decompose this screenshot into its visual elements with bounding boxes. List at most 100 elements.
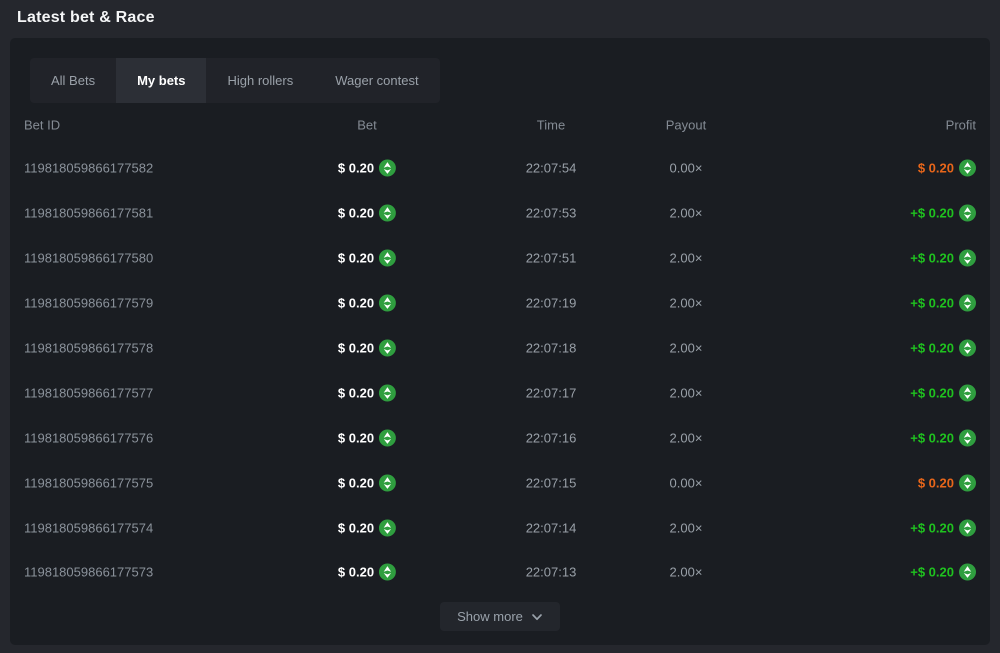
bet-id-cell: 119818059866177573 bbox=[24, 565, 153, 580]
bet-amount: $ 0.20 bbox=[338, 565, 374, 580]
etc-coin-icon bbox=[959, 519, 976, 536]
bets-tab-bar: All BetsMy betsHigh rollersWager contest bbox=[30, 58, 440, 103]
tab-wager-contest[interactable]: Wager contest bbox=[314, 58, 439, 103]
time-cell: 22:07:18 bbox=[526, 341, 577, 356]
etc-coin-icon bbox=[959, 295, 976, 312]
table-row[interactable]: 119818059866177582 $ 0.20 22:07:54 0.00×… bbox=[10, 146, 990, 191]
profit-amount: +$ 0.20 bbox=[910, 251, 954, 266]
payout-cell: 2.00× bbox=[670, 520, 703, 535]
profit-amount: +$ 0.20 bbox=[910, 341, 954, 356]
profit-amount: $ 0.20 bbox=[918, 161, 954, 176]
show-more-label: Show more bbox=[457, 609, 523, 624]
etc-coin-icon bbox=[379, 519, 396, 536]
etc-coin-icon bbox=[959, 474, 976, 491]
bet-amount: $ 0.20 bbox=[338, 341, 374, 356]
payout-cell: 2.00× bbox=[670, 385, 703, 400]
table-row[interactable]: 119818059866177578 $ 0.20 22:07:18 2.00×… bbox=[10, 326, 990, 371]
time-cell: 22:07:15 bbox=[526, 475, 577, 490]
bet-cell: $ 0.20 bbox=[338, 160, 396, 177]
profit-cell: +$ 0.20 bbox=[910, 205, 976, 222]
etc-coin-icon bbox=[379, 340, 396, 357]
payout-cell: 2.00× bbox=[670, 251, 703, 266]
profit-cell: +$ 0.20 bbox=[910, 340, 976, 357]
bet-cell: $ 0.20 bbox=[338, 564, 396, 581]
bet-id-cell: 119818059866177574 bbox=[24, 520, 153, 535]
bet-amount: $ 0.20 bbox=[338, 385, 374, 400]
profit-amount: +$ 0.20 bbox=[910, 206, 954, 221]
bet-amount: $ 0.20 bbox=[338, 161, 374, 176]
show-more-button[interactable]: Show more bbox=[440, 602, 560, 631]
time-cell: 22:07:13 bbox=[526, 565, 577, 580]
table-row[interactable]: 119818059866177581 $ 0.20 22:07:53 2.00×… bbox=[10, 191, 990, 236]
etc-coin-icon bbox=[379, 474, 396, 491]
table-row[interactable]: 119818059866177576 $ 0.20 22:07:16 2.00×… bbox=[10, 415, 990, 460]
bet-id-cell: 119818059866177578 bbox=[24, 341, 153, 356]
table-row[interactable]: 119818059866177574 $ 0.20 22:07:14 2.00×… bbox=[10, 505, 990, 550]
time-cell: 22:07:17 bbox=[526, 385, 577, 400]
payout-cell: 0.00× bbox=[670, 475, 703, 490]
bet-id-cell: 119818059866177579 bbox=[24, 296, 153, 311]
payout-cell: 2.00× bbox=[670, 206, 703, 221]
tab-all-bets[interactable]: All Bets bbox=[30, 58, 116, 103]
etc-coin-icon bbox=[379, 160, 396, 177]
bet-id-cell: 119818059866177577 bbox=[24, 385, 153, 400]
bet-amount: $ 0.20 bbox=[338, 430, 374, 445]
profit-amount: $ 0.20 bbox=[918, 475, 954, 490]
bet-cell: $ 0.20 bbox=[338, 384, 396, 401]
bet-amount: $ 0.20 bbox=[338, 520, 374, 535]
profit-cell: $ 0.20 bbox=[918, 474, 976, 491]
time-cell: 22:07:14 bbox=[526, 520, 577, 535]
payout-cell: 2.00× bbox=[670, 341, 703, 356]
bet-amount: $ 0.20 bbox=[338, 206, 374, 221]
column-header-time: Time bbox=[537, 117, 565, 132]
page-title: Latest bet & Race bbox=[0, 0, 1000, 38]
column-header-profit: Profit bbox=[946, 117, 976, 132]
column-header-bet: Bet bbox=[357, 117, 377, 132]
column-header-bet-id: Bet ID bbox=[24, 117, 60, 132]
table-row[interactable]: 119818059866177580 $ 0.20 22:07:51 2.00×… bbox=[10, 236, 990, 281]
chevron-down-icon bbox=[531, 611, 543, 623]
etc-coin-icon bbox=[959, 205, 976, 222]
bet-cell: $ 0.20 bbox=[338, 519, 396, 536]
profit-amount: +$ 0.20 bbox=[910, 520, 954, 535]
payout-cell: 2.00× bbox=[670, 296, 703, 311]
profit-cell: +$ 0.20 bbox=[910, 250, 976, 267]
table-row[interactable]: 119818059866177573 $ 0.20 22:07:13 2.00×… bbox=[10, 550, 990, 595]
profit-cell: +$ 0.20 bbox=[910, 564, 976, 581]
latest-bets-panel: All BetsMy betsHigh rollersWager contest… bbox=[10, 38, 990, 645]
profit-cell: +$ 0.20 bbox=[910, 384, 976, 401]
etc-coin-icon bbox=[959, 250, 976, 267]
tab-high-rollers[interactable]: High rollers bbox=[206, 58, 314, 103]
payout-cell: 0.00× bbox=[670, 161, 703, 176]
bet-cell: $ 0.20 bbox=[338, 474, 396, 491]
table-row[interactable]: 119818059866177575 $ 0.20 22:07:15 0.00×… bbox=[10, 460, 990, 505]
etc-coin-icon bbox=[959, 429, 976, 446]
etc-coin-icon bbox=[379, 250, 396, 267]
etc-coin-icon bbox=[379, 205, 396, 222]
profit-amount: +$ 0.20 bbox=[910, 430, 954, 445]
bet-amount: $ 0.20 bbox=[338, 475, 374, 490]
table-row[interactable]: 119818059866177579 $ 0.20 22:07:19 2.00×… bbox=[10, 281, 990, 326]
table-row[interactable]: 119818059866177577 $ 0.20 22:07:17 2.00×… bbox=[10, 370, 990, 415]
profit-amount: +$ 0.20 bbox=[910, 296, 954, 311]
time-cell: 22:07:16 bbox=[526, 430, 577, 445]
time-cell: 22:07:54 bbox=[526, 161, 577, 176]
bet-cell: $ 0.20 bbox=[338, 250, 396, 267]
etc-coin-icon bbox=[959, 160, 976, 177]
table-header-row: Bet ID Bet Time Payout Profit bbox=[10, 103, 990, 146]
bet-id-cell: 119818059866177582 bbox=[24, 161, 153, 176]
profit-cell: +$ 0.20 bbox=[910, 295, 976, 312]
bet-cell: $ 0.20 bbox=[338, 205, 396, 222]
bet-cell: $ 0.20 bbox=[338, 429, 396, 446]
bet-id-cell: 119818059866177581 bbox=[24, 206, 153, 221]
column-header-payout: Payout bbox=[666, 117, 706, 132]
bets-table: Bet ID Bet Time Payout Profit 1198180598… bbox=[10, 103, 990, 595]
time-cell: 22:07:53 bbox=[526, 206, 577, 221]
bet-id-cell: 119818059866177580 bbox=[24, 251, 153, 266]
etc-coin-icon bbox=[379, 429, 396, 446]
bet-id-cell: 119818059866177575 bbox=[24, 475, 153, 490]
etc-coin-icon bbox=[379, 384, 396, 401]
time-cell: 22:07:51 bbox=[526, 251, 577, 266]
tab-my-bets[interactable]: My bets bbox=[116, 58, 206, 103]
time-cell: 22:07:19 bbox=[526, 296, 577, 311]
